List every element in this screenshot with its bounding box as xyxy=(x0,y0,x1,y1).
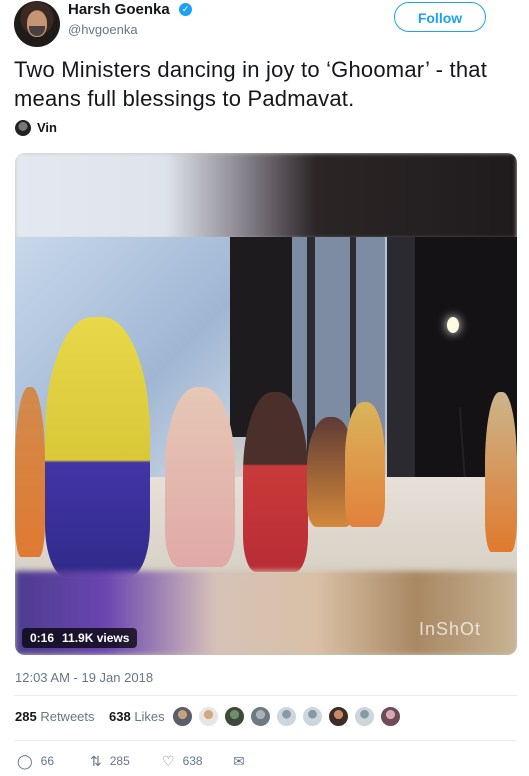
dancer xyxy=(345,402,385,527)
dancer xyxy=(485,392,517,552)
tweet-text: Two Ministers dancing in joy to ‘Ghoomar… xyxy=(14,57,488,111)
liker-avatar[interactable] xyxy=(172,706,193,727)
envelope-icon: ✉ xyxy=(233,753,245,769)
liker-avatar[interactable] xyxy=(302,706,323,727)
like-button[interactable]: ♡ 638 xyxy=(162,754,203,768)
direct-message-button[interactable]: ✉ xyxy=(233,754,253,768)
video-views: 11.9K views xyxy=(62,631,130,645)
heart-icon: ♡ xyxy=(162,753,175,769)
author-name[interactable]: Harsh Goenka xyxy=(68,0,170,20)
liker-avatar[interactable] xyxy=(380,706,401,727)
retweet-count: 285 xyxy=(109,754,130,768)
like-count: 638 xyxy=(182,754,203,768)
liker-avatar[interactable] xyxy=(328,706,349,727)
reply-count: 66 xyxy=(40,754,55,768)
liker-avatar[interactable] xyxy=(250,706,271,727)
retweets-stat[interactable]: 285 Retweets xyxy=(15,709,95,724)
video-watermark: InShOt xyxy=(419,619,482,639)
stage-lamp xyxy=(447,317,459,333)
video-player[interactable] xyxy=(15,153,517,655)
video-duration: 0:16 xyxy=(30,631,55,645)
quoted-user-avatar[interactable] xyxy=(15,120,31,136)
dancer xyxy=(45,317,150,577)
dancer xyxy=(243,392,308,572)
liker-avatar[interactable] xyxy=(354,706,375,727)
dancer xyxy=(15,387,45,557)
author-avatar[interactable] xyxy=(14,1,60,47)
divider xyxy=(14,695,517,696)
retweet-icon: ⇅ xyxy=(90,753,102,769)
reply-icon: ◯ xyxy=(17,753,33,769)
tweet-timestamp[interactable]: 12:03 AM - 19 Jan 2018 xyxy=(15,670,153,686)
engagement-counts: 285 Retweets 638 Likes xyxy=(15,709,165,725)
liker-avatar[interactable] xyxy=(276,706,297,727)
follow-button[interactable]: Follow xyxy=(394,2,486,32)
video-stats-badge: 0:16 11.9K views xyxy=(22,628,138,648)
divider xyxy=(14,740,517,741)
quoted-user-name[interactable]: Vin xyxy=(37,120,57,136)
liker-avatar[interactable] xyxy=(198,706,219,727)
author-handle[interactable]: @hvgoenka xyxy=(68,21,138,39)
verified-badge-icon: ✓ xyxy=(179,3,192,16)
stage-pillar xyxy=(387,237,415,477)
likes-stat[interactable]: 638 Likes xyxy=(109,709,165,724)
video-blur-top xyxy=(15,153,517,239)
liker-avatar[interactable] xyxy=(224,706,245,727)
dancer xyxy=(165,387,235,567)
retweet-button[interactable]: ⇅ 285 xyxy=(90,754,130,768)
reply-button[interactable]: ◯ 66 xyxy=(17,754,54,768)
video-frame xyxy=(15,237,517,577)
